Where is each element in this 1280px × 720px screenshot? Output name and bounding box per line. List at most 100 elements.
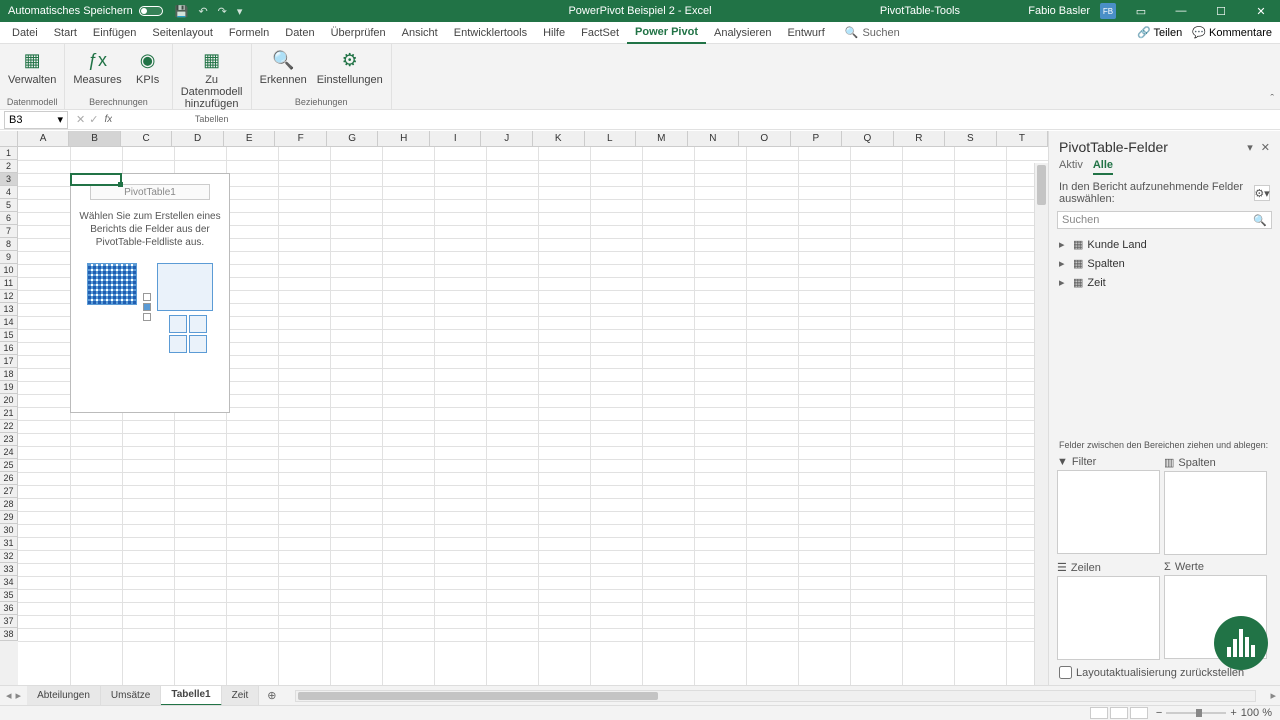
name-box-dropdown-icon[interactable]: ▾: [57, 113, 63, 126]
column-header[interactable]: P: [791, 131, 843, 147]
name-box[interactable]: B3 ▾: [4, 111, 68, 129]
column-header[interactable]: M: [636, 131, 688, 147]
vscroll-thumb[interactable]: [1037, 165, 1046, 205]
row-header[interactable]: 6: [0, 212, 18, 225]
row-header[interactable]: 16: [0, 342, 18, 355]
row-header[interactable]: 14: [0, 316, 18, 329]
kpis-button[interactable]: ◉ KPIs: [128, 46, 168, 88]
tab-analysieren[interactable]: Analysieren: [706, 22, 779, 44]
row-header[interactable]: 8: [0, 238, 18, 251]
measures-button[interactable]: ƒx Measures: [69, 46, 125, 88]
row-header[interactable]: 20: [0, 394, 18, 407]
row-header[interactable]: 13: [0, 303, 18, 316]
row-header[interactable]: 1: [0, 147, 18, 160]
tab-einfuegen[interactable]: Einfügen: [85, 22, 144, 44]
tab-start[interactable]: Start: [46, 22, 85, 44]
column-header[interactable]: B: [69, 131, 121, 147]
row-header[interactable]: 33: [0, 563, 18, 576]
tab-seitenlayout[interactable]: Seitenlayout: [144, 22, 221, 44]
toggle-switch[interactable]: [139, 6, 163, 16]
zone-filter[interactable]: ▼Filter: [1057, 454, 1160, 555]
tab-formeln[interactable]: Formeln: [221, 22, 277, 44]
sheet-tab-tabelle1[interactable]: Tabelle1: [161, 686, 221, 706]
sheet-nav-next-icon[interactable]: ▸: [16, 689, 22, 702]
panel-close-icon[interactable]: ✕: [1261, 141, 1270, 154]
column-header[interactable]: D: [172, 131, 224, 147]
row-header[interactable]: 7: [0, 225, 18, 238]
field-kunde-land[interactable]: ▸▦Kunde Land: [1057, 235, 1272, 254]
column-header[interactable]: N: [688, 131, 740, 147]
column-header[interactable]: S: [945, 131, 997, 147]
hscroll-thumb[interactable]: [298, 692, 658, 700]
undo-icon[interactable]: ↶: [198, 5, 207, 18]
row-header[interactable]: 18: [0, 368, 18, 381]
column-header[interactable]: T: [997, 131, 1049, 147]
row-header[interactable]: 27: [0, 485, 18, 498]
erkennen-button[interactable]: 🔍 Erkennen: [256, 46, 311, 88]
column-header[interactable]: E: [224, 131, 276, 147]
vertical-scrollbar[interactable]: [1034, 163, 1048, 685]
row-header[interactable]: 19: [0, 381, 18, 394]
panel-search[interactable]: Suchen 🔍: [1057, 211, 1272, 229]
tab-factset[interactable]: FactSet: [573, 22, 627, 44]
column-header[interactable]: Q: [842, 131, 894, 147]
sheet-nav-prev-icon[interactable]: ◂: [6, 689, 12, 702]
formula-input[interactable]: [112, 111, 1260, 129]
column-header[interactable]: G: [327, 131, 379, 147]
panel-tab-aktiv[interactable]: Aktiv: [1059, 159, 1083, 175]
active-cell[interactable]: [70, 173, 122, 186]
column-header[interactable]: O: [739, 131, 791, 147]
view-normal-icon[interactable]: [1090, 707, 1108, 719]
qat-dropdown-icon[interactable]: ▾: [237, 5, 243, 18]
collapse-ribbon-icon[interactable]: ˆ: [1270, 93, 1274, 105]
defer-layout-checkbox[interactable]: [1059, 666, 1072, 679]
tab-daten[interactable]: Daten: [277, 22, 322, 44]
column-header[interactable]: C: [121, 131, 173, 147]
row-header[interactable]: 36: [0, 602, 18, 615]
zoom-value[interactable]: 100 %: [1241, 707, 1272, 719]
panel-tab-alle[interactable]: Alle: [1093, 159, 1113, 175]
tab-ueberpruefen[interactable]: Überprüfen: [323, 22, 394, 44]
horizontal-scrollbar[interactable]: [295, 690, 1257, 702]
row-header[interactable]: 24: [0, 446, 18, 459]
sheet-tab-abteilungen[interactable]: Abteilungen: [27, 686, 101, 706]
row-header[interactable]: 26: [0, 472, 18, 485]
row-header[interactable]: 4: [0, 186, 18, 199]
tab-power-pivot[interactable]: Power Pivot: [627, 22, 706, 44]
row-header[interactable]: 11: [0, 277, 18, 290]
select-all-triangle[interactable]: [0, 131, 18, 147]
expand-icon[interactable]: ▸: [1059, 238, 1069, 251]
row-header[interactable]: 5: [0, 199, 18, 212]
row-header[interactable]: 15: [0, 329, 18, 342]
einstellungen-button[interactable]: ⚙ Einstellungen: [313, 46, 387, 88]
view-page-break-icon[interactable]: [1130, 707, 1148, 719]
hscroll-right-icon[interactable]: ▸: [1266, 689, 1280, 702]
row-header[interactable]: 34: [0, 576, 18, 589]
zone-rows[interactable]: ☰Zeilen: [1057, 559, 1160, 660]
row-header[interactable]: 37: [0, 615, 18, 628]
zoom-out-icon[interactable]: −: [1156, 707, 1162, 719]
column-header[interactable]: F: [275, 131, 327, 147]
sheet-tab-umsaetze[interactable]: Umsätze: [101, 686, 161, 706]
tab-hilfe[interactable]: Hilfe: [535, 22, 573, 44]
row-header[interactable]: 30: [0, 524, 18, 537]
row-header[interactable]: 32: [0, 550, 18, 563]
column-header[interactable]: J: [481, 131, 533, 147]
cancel-formula-icon[interactable]: ✕: [76, 113, 85, 126]
tab-entwurf[interactable]: Entwurf: [779, 22, 832, 44]
row-header[interactable]: 9: [0, 251, 18, 264]
user-name[interactable]: Fabio Basler: [1028, 5, 1090, 17]
column-header[interactable]: A: [18, 131, 70, 147]
zoom-in-icon[interactable]: +: [1230, 707, 1236, 719]
row-header[interactable]: 28: [0, 498, 18, 511]
column-header[interactable]: H: [378, 131, 430, 147]
add-sheet-icon[interactable]: ⊕: [259, 689, 284, 702]
row-header[interactable]: 3: [0, 173, 18, 186]
autosave-toggle[interactable]: Automatisches Speichern: [8, 5, 163, 17]
row-header[interactable]: 31: [0, 537, 18, 550]
fx-icon[interactable]: fx: [104, 114, 112, 125]
row-header[interactable]: 23: [0, 433, 18, 446]
zone-columns[interactable]: ▥Spalten: [1164, 454, 1267, 555]
row-header[interactable]: 25: [0, 459, 18, 472]
share-button[interactable]: 🔗 Teilen: [1137, 26, 1182, 39]
